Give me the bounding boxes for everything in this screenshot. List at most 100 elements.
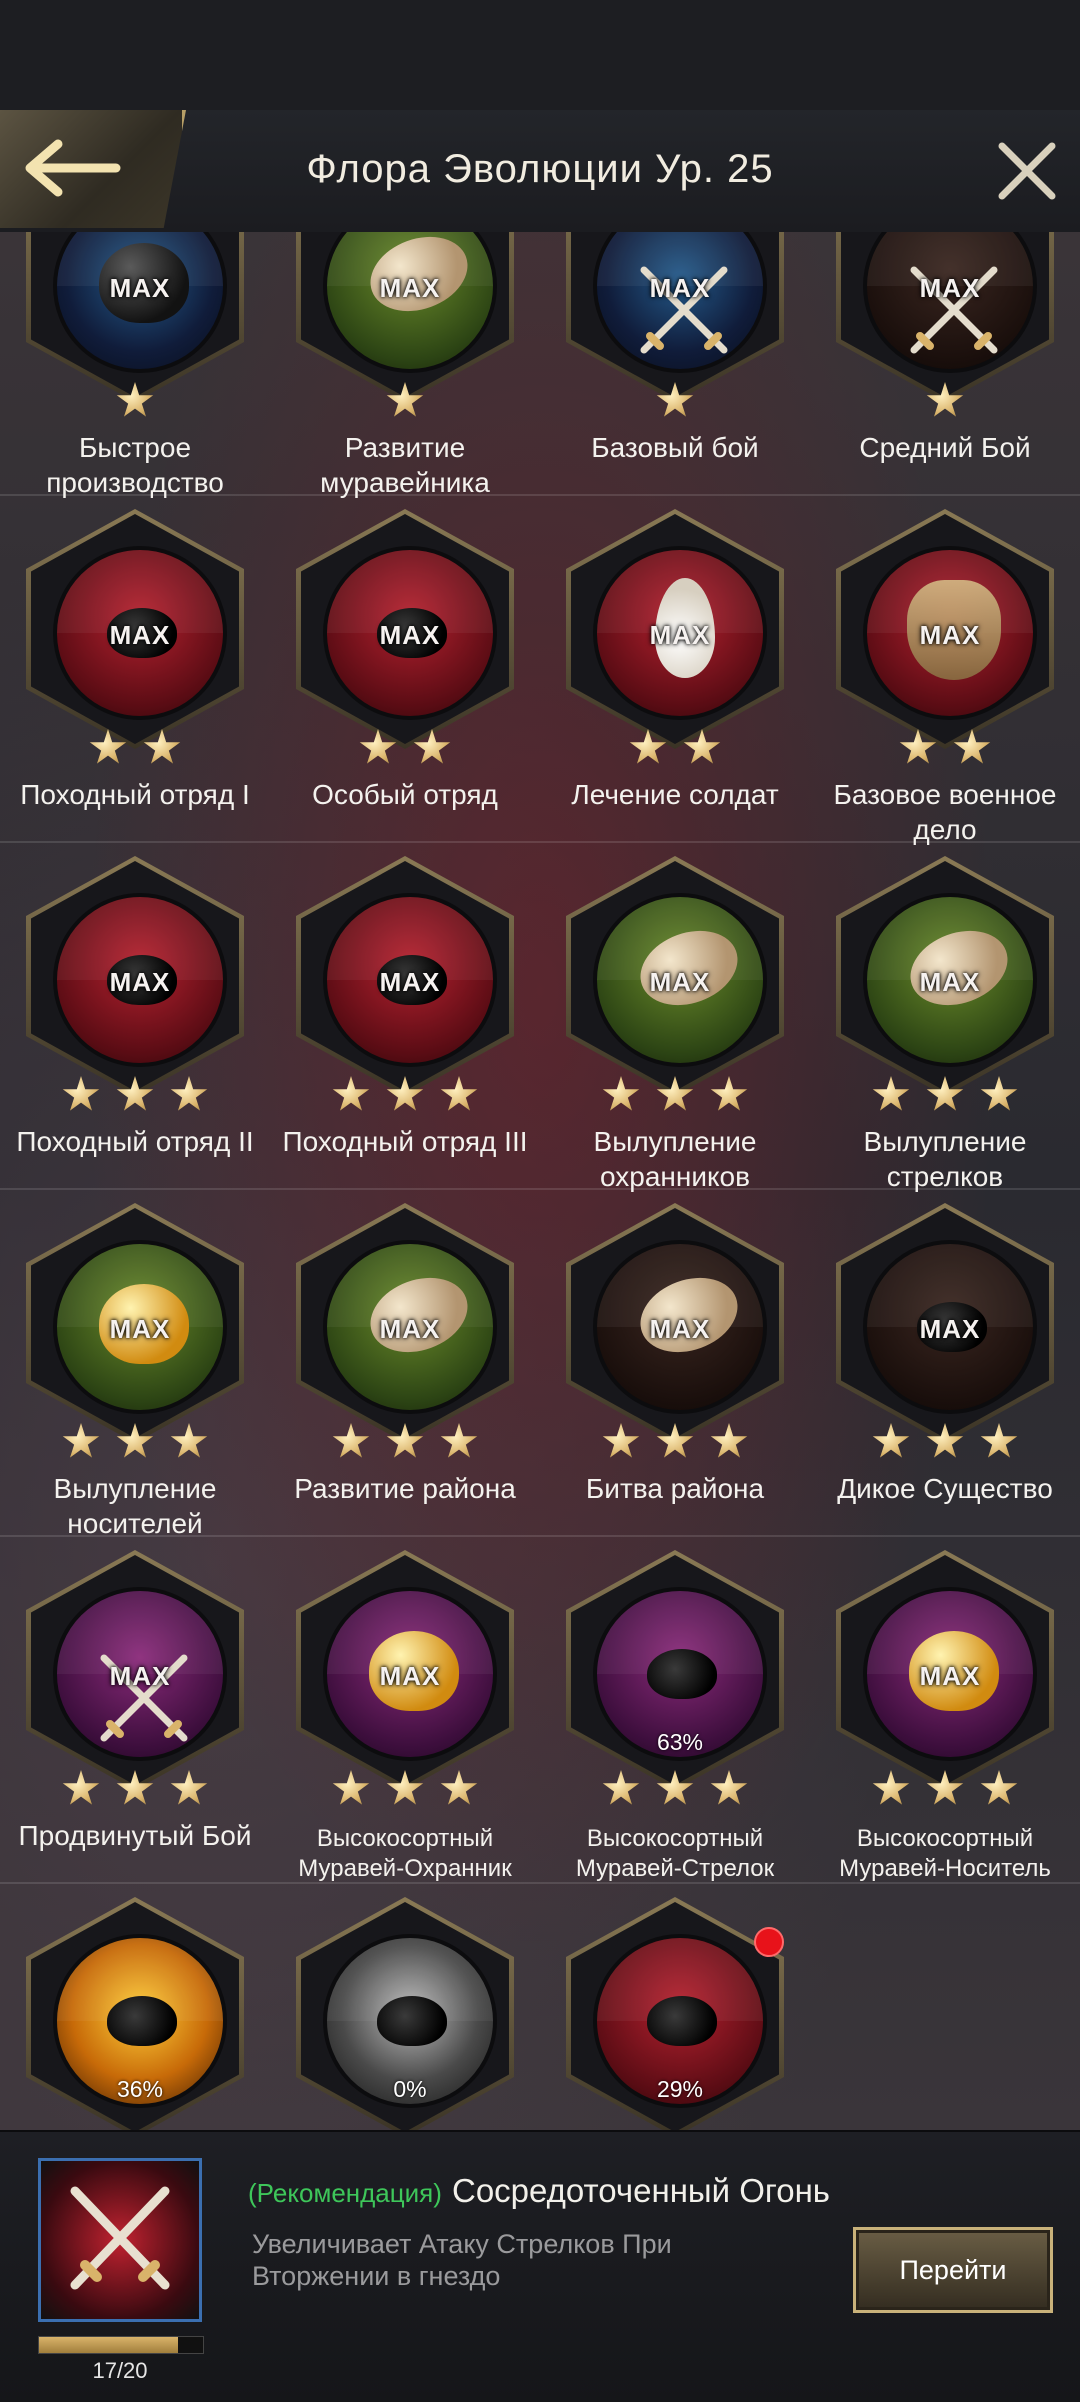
star-icon [62, 1076, 100, 1111]
star-icon [656, 1770, 694, 1805]
star-icon [440, 1076, 478, 1111]
skill-badge-frame[interactable]: MAX [296, 509, 514, 749]
skill-label: Особый отряд [312, 779, 498, 810]
skill-badge-frame[interactable]: MAX [26, 856, 244, 1096]
star-icon [926, 1423, 964, 1458]
skill-badge-frame[interactable]: MAX [296, 1550, 514, 1790]
star-icon [89, 729, 127, 764]
status-bar [0, 0, 1080, 110]
star-icon [872, 1423, 910, 1458]
skill-node[interactable]: MAX Высокосортный Муравей-Носитель [810, 1550, 1080, 1895]
ant-icon [647, 1996, 717, 2046]
skill-label: Развитие муравейника [320, 432, 490, 498]
skill-node[interactable]: MAX Лечение солдат [540, 509, 810, 854]
skill-icon-amber: MAX [863, 1587, 1037, 1761]
skill-badge-frame[interactable]: MAX [26, 509, 244, 749]
close-button[interactable] [996, 140, 1058, 202]
skill-badge-frame[interactable]: MAX [296, 856, 514, 1096]
skill-badge-frame[interactable]: MAX [836, 1550, 1054, 1790]
skill-badge-frame[interactable]: 0% [296, 1897, 514, 2130]
star-icon [386, 1423, 424, 1458]
star-rating [810, 1770, 1080, 1810]
star-icon [170, 1423, 208, 1458]
recommendation-tag: (Рекомендация) [248, 2178, 442, 2208]
ant-icon [647, 1649, 717, 1699]
skill-icon-crest: MAX [863, 546, 1037, 720]
skill-node[interactable]: MAX Развитие муравейника [270, 232, 540, 507]
skill-icon-egg: MAX [593, 893, 767, 1067]
skill-badge-inner: MAX [31, 514, 239, 744]
star-rating [0, 382, 270, 422]
star-icon [440, 1423, 478, 1458]
skill-badge-frame[interactable]: MAX [296, 1203, 514, 1443]
skill-badge-frame[interactable]: MAX [836, 1203, 1054, 1443]
skill-badge-frame[interactable]: MAX [26, 1550, 244, 1790]
star-icon [332, 1423, 370, 1458]
skill-node[interactable]: MAX Вылупление охранников [540, 856, 810, 1201]
skill-badge-frame[interactable]: MAX [296, 232, 514, 402]
skill-label: Вылупление стрелков [863, 1126, 1027, 1192]
skill-label: Средний Бой [859, 432, 1031, 463]
skill-node[interactable]: MAX Базовый бой [540, 232, 810, 507]
skill-node[interactable]: MAX Высокосортный Муравей-Охранник [270, 1550, 540, 1895]
star-icon [386, 382, 424, 417]
skill-node[interactable]: MAX Битва района [540, 1203, 810, 1548]
skill-badge-frame[interactable]: MAX [836, 856, 1054, 1096]
skill-icon-amber: MAX [323, 1587, 497, 1761]
skill-node[interactable]: MAX Средний Бой [810, 232, 1080, 507]
skill-node[interactable]: MAX Продвинутый Бой [0, 1550, 270, 1895]
skill-badge-frame[interactable]: 63% [566, 1550, 784, 1790]
skill-badge-frame[interactable]: MAX [566, 232, 784, 402]
skill-grid[interactable]: MAX Быстрое производство MAX Развитие мурав… [0, 232, 1080, 2130]
skill-icon-egg: MAX [323, 1240, 497, 1414]
star-rating [540, 1076, 810, 1116]
skill-node[interactable]: MAX Вылупление носителей [0, 1203, 270, 1548]
skill-node[interactable]: MAX Развитие района [270, 1203, 540, 1548]
skill-icon-ant: MAX [323, 893, 497, 1067]
skill-badge-frame[interactable]: MAX [566, 856, 784, 1096]
max-level-label: MAX [919, 967, 981, 997]
skill-node[interactable]: MAX Базовое военное дело [810, 509, 1080, 854]
skill-badge-inner: MAX [841, 1208, 1049, 1438]
skill-node[interactable]: MAX Походный отряд II [0, 856, 270, 1201]
skill-badge-frame[interactable]: MAX [26, 232, 244, 402]
skill-badge-frame[interactable]: 36% [26, 1897, 244, 2130]
skill-node[interactable]: MAX Походный отряд III [270, 856, 540, 1201]
skill-node[interactable]: MAX Дикое Существо [810, 1203, 1080, 1548]
skill-badge-inner: MAX [301, 1208, 509, 1438]
skill-badge-inner: MAX [31, 861, 239, 1091]
skill-node[interactable]: MAX Походный отряд I [0, 509, 270, 854]
skill-badge-frame[interactable]: MAX [566, 509, 784, 749]
star-icon [440, 1770, 478, 1805]
recommendation-skill-icon[interactable] [38, 2158, 202, 2322]
go-button[interactable]: Перейти [853, 2227, 1053, 2313]
skill-badge-frame[interactable]: MAX [566, 1203, 784, 1443]
skill-icon-ant: 63% [593, 1587, 767, 1761]
skill-badge-frame[interactable]: 29% [566, 1897, 784, 2130]
star-icon [872, 1076, 910, 1111]
skill-node[interactable]: MAX Вылупление стрелков [810, 856, 1080, 1201]
star-icon [953, 729, 991, 764]
skill-badge-inner: MAX [841, 1555, 1049, 1785]
notification-dot [754, 1927, 784, 1957]
skill-icon-ant: 29% [593, 1934, 767, 2108]
skill-badge-inner: MAX [571, 514, 779, 744]
skill-node[interactable]: 29% [540, 1897, 810, 2130]
star-rating [270, 1770, 540, 1810]
skill-icon-swords: MAX [863, 232, 1037, 373]
skill-node[interactable]: MAX Быстрое производство [0, 232, 270, 507]
star-icon [872, 1770, 910, 1805]
skill-node[interactable]: 63% Высокосортный Муравей-Стрелок [540, 1550, 810, 1895]
skill-badge-frame[interactable]: MAX [836, 232, 1054, 402]
star-icon [386, 1770, 424, 1805]
skill-badge-frame[interactable]: MAX [26, 1203, 244, 1443]
progress-percent: 36% [116, 2076, 164, 2102]
star-icon [980, 1423, 1018, 1458]
max-level-label: MAX [649, 273, 711, 303]
skill-node[interactable]: 0% [270, 1897, 540, 2130]
skill-badge-frame[interactable]: MAX [836, 509, 1054, 749]
skill-icon-ant: MAX [53, 546, 227, 720]
skill-node[interactable]: 36% [0, 1897, 270, 2130]
max-level-label: MAX [379, 967, 441, 997]
skill-node[interactable]: MAX Особый отряд [270, 509, 540, 854]
